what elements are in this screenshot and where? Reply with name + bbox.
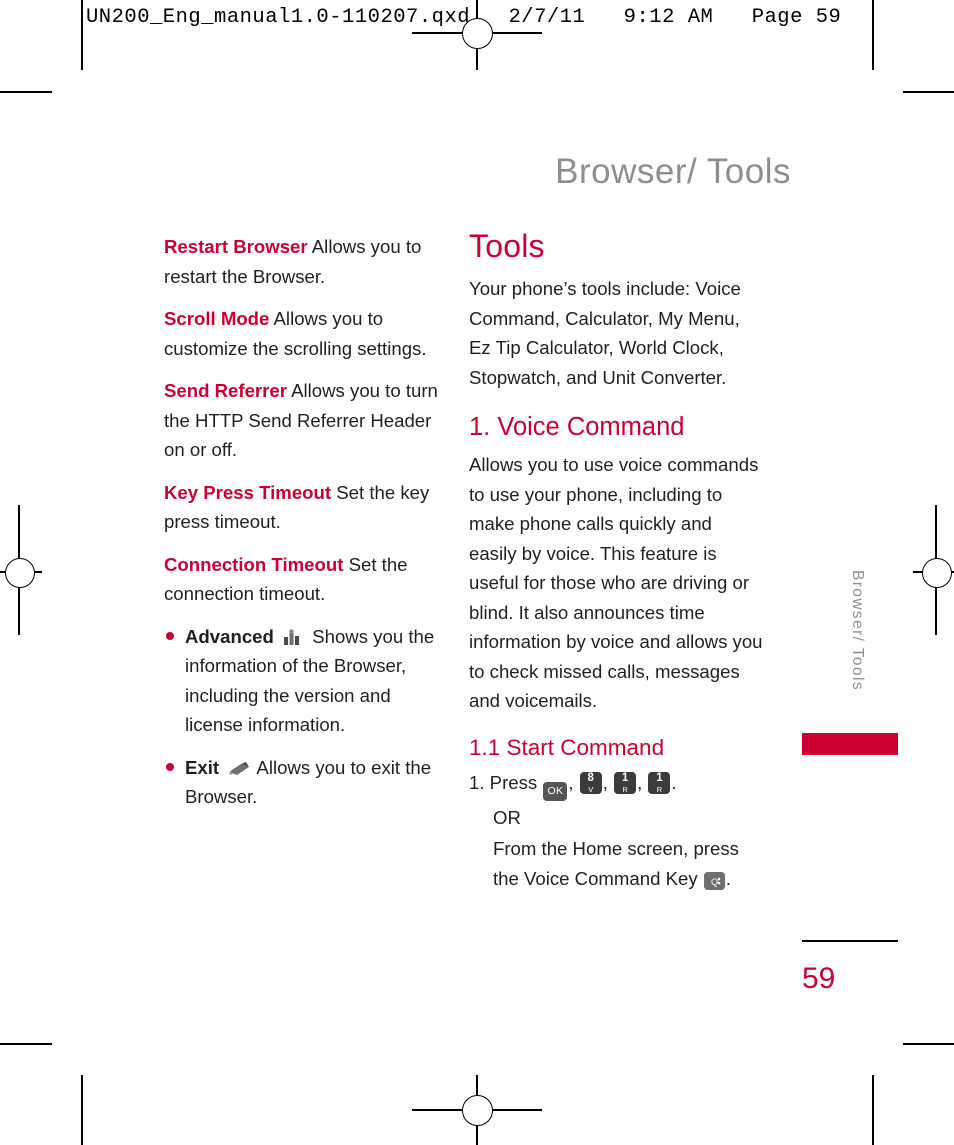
definition-scroll-mode: Scroll Mode Allows you to customize the … <box>164 304 439 363</box>
step-3-suffix: . <box>725 867 731 889</box>
ok-key-icon: OK <box>543 781 568 801</box>
side-tab-label: Browser/ Tools <box>849 570 866 691</box>
registration-circle-left <box>5 558 35 588</box>
step-or-text: OR <box>493 806 521 828</box>
bullet-term-label: Advanced <box>185 625 274 647</box>
term-label: Scroll Mode <box>164 308 270 329</box>
page-number: 59 <box>802 962 836 995</box>
page-number-rule <box>802 940 898 942</box>
registration-circle-bottom <box>462 1095 493 1126</box>
svg-text:Q: Q <box>711 877 718 887</box>
key-sublabel: V <box>588 784 594 794</box>
key-sublabel: R <box>656 784 663 794</box>
page-title: Browser/ Tools <box>555 152 791 191</box>
definition-send-referrer: Send Referrer Allows you to turn the HTT… <box>164 376 439 465</box>
crop-mark-vertical-right <box>872 0 874 70</box>
crop-mark-horizontal-top-left <box>0 91 52 93</box>
exit-arrow-icon <box>227 757 250 775</box>
term-label: Send Referrer <box>164 380 287 401</box>
left-column: Restart Browser Allows you to restart th… <box>164 232 439 825</box>
bullet-term-label: Exit <box>185 756 220 778</box>
term-label: Restart Browser <box>164 236 308 257</box>
key-digit: 1 <box>656 771 663 784</box>
section-heading-tools: Tools <box>469 228 545 264</box>
crop-mark-horizontal-top-right <box>903 91 954 93</box>
right-column: Tools Your phone’s tools include: Voice … <box>469 228 764 895</box>
bullet-dot-icon <box>166 631 174 640</box>
step-1-prefix: 1. Press <box>469 771 538 793</box>
registration-circle-right <box>922 558 952 588</box>
term-label: Key Press Timeout <box>164 481 332 503</box>
definition-restart-browser: Restart Browser Allows you to restart th… <box>164 232 439 291</box>
section-heading-start-command: 1.1 Start Command <box>469 734 665 760</box>
definition-key-press-timeout: Key Press Timeout Set the key press time… <box>164 478 439 537</box>
advanced-gear-icon <box>282 626 304 645</box>
crop-mark-horizontal-bottom-right <box>903 1043 954 1045</box>
key-digit: 8 <box>587 771 594 784</box>
step-1-press-keys: 1. Press OK, 8 V , 1 R , 1 R . <box>469 768 764 801</box>
crop-mark-horizontal-bottom-left <box>0 1043 52 1045</box>
tools-intro-paragraph: Your phone’s tools include: Voice Comman… <box>469 278 741 388</box>
file-header-strip: UN200_Eng_manual1.0-110207.qxd 2/7/11 9:… <box>86 6 842 29</box>
definition-connection-timeout: Connection Timeout Set the connection ti… <box>164 550 439 609</box>
bullet-description: Allows you to exit the Browser. <box>185 756 432 808</box>
bullet-advanced: Advanced Shows you the information of th… <box>164 622 439 740</box>
term-label: Connection Timeout <box>164 553 344 575</box>
crop-mark-vertical-right-lower <box>872 1075 874 1145</box>
step-1-suffix: . <box>671 771 677 793</box>
crop-mark-vertical-left-lower <box>81 1075 83 1145</box>
bullet-dot-icon <box>166 762 174 771</box>
key-digit: 1 <box>621 771 629 784</box>
crop-mark-vertical-left <box>81 0 83 70</box>
step-home-screen-text: From the Home screen, press the Voice Co… <box>469 834 764 893</box>
key-sublabel: R <box>622 784 628 794</box>
key-1-icon-second: 1 R <box>648 771 671 794</box>
key-1-icon-first: 1 R <box>614 771 637 794</box>
section-heading-voice-command: 1. Voice Command <box>469 413 685 441</box>
side-tab-marker <box>802 733 898 755</box>
manual-page: UN200_Eng_manual1.0-110207.qxd 2/7/11 9:… <box>0 0 954 1145</box>
key-8-icon: 8 V <box>579 771 602 794</box>
step-3-text: From the Home screen, press the Voice Co… <box>493 838 739 889</box>
voice-command-body-paragraph: Allows you to use voice commands to use … <box>469 454 763 711</box>
voice-command-key-icon: Q <box>703 871 725 890</box>
bullet-exit: Exit Allows you to exit the Browser. <box>164 753 439 812</box>
